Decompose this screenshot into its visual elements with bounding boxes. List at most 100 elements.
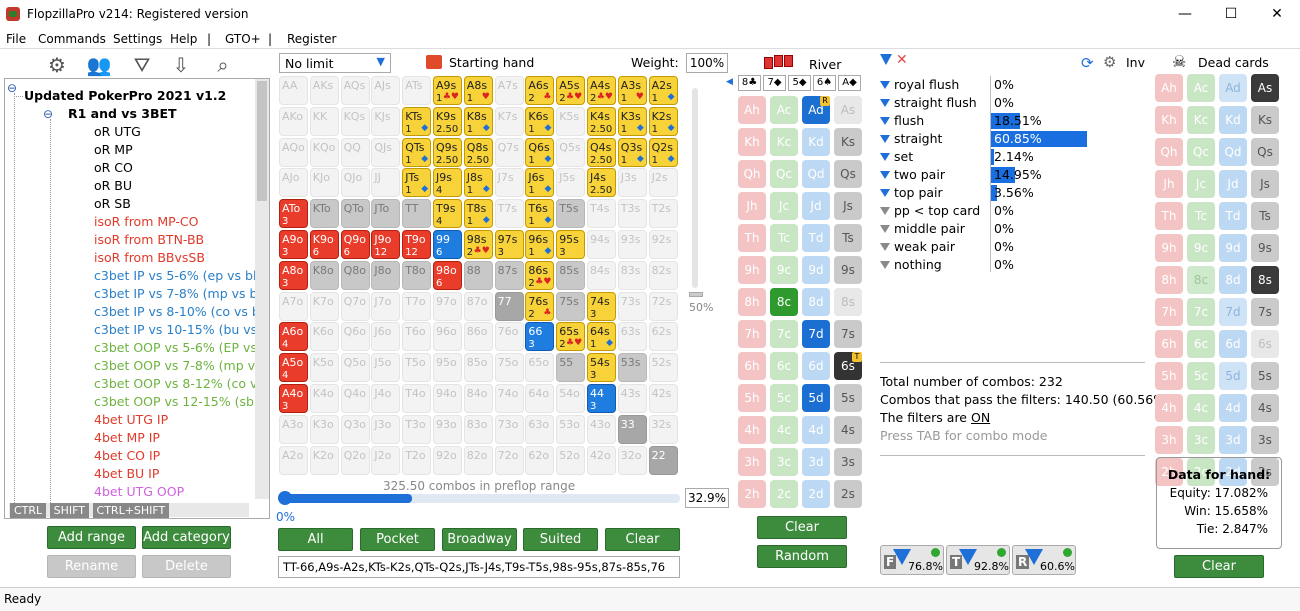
board-card[interactable]: 4c bbox=[770, 416, 798, 444]
hand-cell[interactable]: J8s 1 ◆ bbox=[463, 168, 493, 198]
board-card[interactable]: 8s bbox=[834, 288, 862, 316]
menu-settings[interactable]: Settings bbox=[113, 32, 162, 46]
dead-card[interactable]: Jh bbox=[1155, 170, 1183, 198]
filter-icon[interactable] bbox=[880, 135, 890, 143]
hand-cell[interactable]: 84s bbox=[587, 260, 616, 290]
hand-cell[interactable]: A4o 3 bbox=[279, 384, 308, 413]
hand-cell[interactable]: T7s bbox=[494, 199, 524, 229]
dead-card[interactable]: 7h bbox=[1155, 298, 1183, 326]
board-card[interactable]: Ts bbox=[834, 224, 862, 252]
hand-cell[interactable]: T9o 12 bbox=[402, 230, 432, 259]
filter-row[interactable]: straight bbox=[880, 130, 942, 148]
dead-card[interactable]: Kd bbox=[1219, 106, 1247, 134]
hand-cell[interactable]: K2s 1 ◆ bbox=[648, 106, 678, 136]
board-card[interactable]: 9d bbox=[802, 256, 830, 284]
weight-slider-track[interactable] bbox=[692, 88, 698, 288]
hand-cell[interactable]: K5o bbox=[309, 353, 339, 383]
dead-card[interactable]: 8c bbox=[1187, 266, 1215, 294]
weight-slider-thumb[interactable] bbox=[689, 292, 703, 297]
hand-cell[interactable]: K7o bbox=[309, 291, 339, 321]
hand-cell[interactable]: KK bbox=[309, 106, 339, 136]
hand-cell[interactable]: K2o bbox=[309, 445, 339, 475]
hand-cell[interactable]: K9o 6 bbox=[309, 230, 339, 259]
board-card[interactable]: Ac bbox=[770, 96, 798, 124]
board-card[interactable]: 5h bbox=[738, 384, 766, 412]
dead-card[interactable]: Th bbox=[1155, 202, 1183, 230]
hand-cell[interactable]: A6o 4 bbox=[279, 322, 308, 352]
board-card[interactable]: 2d bbox=[802, 480, 830, 508]
hand-cell[interactable]: 62o bbox=[525, 445, 555, 475]
hand-cell[interactable]: KJo bbox=[309, 168, 339, 198]
hand-cell[interactable]: J2s bbox=[648, 168, 678, 198]
hand-cell[interactable]: 95s 3 bbox=[556, 230, 586, 259]
menu-commands[interactable]: Commands bbox=[38, 32, 106, 46]
hand-cell[interactable]: K5s bbox=[556, 106, 586, 136]
filter-icon[interactable] bbox=[880, 225, 890, 233]
dead-card[interactable]: Ts bbox=[1251, 202, 1279, 230]
tree-item[interactable]: isoR from BBvsSB bbox=[94, 249, 205, 267]
hand-cell[interactable]: J8o bbox=[371, 260, 401, 290]
flop-filter-button[interactable]: F 76.8% bbox=[880, 545, 944, 575]
hand-cell[interactable]: JTo bbox=[371, 199, 401, 229]
hand-cell[interactable]: JTs 1 ◆ bbox=[402, 168, 432, 198]
hand-cell[interactable]: 76o bbox=[494, 322, 524, 352]
dead-card[interactable]: 9c bbox=[1187, 234, 1215, 262]
board-card[interactable]: Js bbox=[834, 192, 862, 220]
hand-cell[interactable]: T6o bbox=[402, 322, 432, 352]
weight-input[interactable]: 100% bbox=[686, 53, 728, 73]
board-card[interactable]: 3s bbox=[834, 448, 862, 476]
hand-cell[interactable]: 65o bbox=[525, 353, 555, 383]
hand-cell[interactable]: 86o bbox=[463, 322, 493, 352]
dead-card[interactable]: Ks bbox=[1251, 106, 1279, 134]
board-card[interactable]: 9h bbox=[738, 256, 766, 284]
broadway-button[interactable]: Broadway bbox=[442, 528, 517, 551]
turn-filter-button[interactable]: T 92.8% bbox=[946, 545, 1010, 575]
hand-cell[interactable]: 33 bbox=[617, 414, 647, 444]
hand-cell[interactable]: 97o bbox=[433, 291, 462, 321]
hand-cell[interactable]: Q8o bbox=[340, 260, 370, 290]
tree-item[interactable]: c3bet OOP vs 12-15% (sb vs b bbox=[94, 393, 269, 411]
hand-cell[interactable]: 74s 3 bbox=[587, 291, 616, 321]
settings-icon[interactable]: ⚙ bbox=[1103, 53, 1116, 71]
menu-gto[interactable]: GTO+ bbox=[225, 32, 261, 46]
hand-cell[interactable]: A6s 2 ♣ bbox=[525, 76, 555, 105]
filter-add-icon[interactable]: ⛛ bbox=[129, 52, 155, 78]
hand-cell[interactable]: 65s 2 ♣♥ bbox=[556, 322, 586, 352]
hand-cell[interactable]: KTo bbox=[309, 199, 339, 229]
suited-button[interactable]: Suited bbox=[523, 528, 598, 551]
hand-cell[interactable]: 72o bbox=[494, 445, 524, 475]
dead-card[interactable]: 4d bbox=[1219, 394, 1247, 422]
tree-item[interactable]: c3bet OOP vs 8-12% (co vs bu bbox=[94, 375, 269, 393]
hand-cell[interactable]: Q3s 1 ◆ bbox=[617, 137, 647, 167]
board-card[interactable]: 2s bbox=[834, 480, 862, 508]
hand-cell[interactable]: K8o bbox=[309, 260, 339, 290]
dead-card[interactable]: Ad bbox=[1219, 74, 1247, 102]
delete-button[interactable]: Delete bbox=[142, 555, 231, 578]
hand-cell[interactable]: Q5o bbox=[340, 353, 370, 383]
hand-cell[interactable]: 54o bbox=[556, 384, 586, 413]
dead-card[interactable]: 4s bbox=[1251, 394, 1279, 422]
dead-card[interactable]: 7s bbox=[1251, 298, 1279, 326]
hand-cell[interactable]: T7o bbox=[402, 291, 432, 321]
board-card[interactable]: 4d bbox=[802, 416, 830, 444]
hand-cell[interactable]: KQo bbox=[309, 137, 339, 167]
dead-card[interactable]: 5s bbox=[1251, 362, 1279, 390]
board-card[interactable]: 6c bbox=[770, 352, 798, 380]
hand-cell[interactable]: 43o bbox=[587, 414, 616, 444]
hand-cell[interactable]: J9s 4 bbox=[433, 168, 462, 198]
board-card[interactable]: 9s bbox=[834, 256, 862, 284]
hand-cell[interactable]: AKo bbox=[279, 106, 308, 136]
hand-cell[interactable]: K7s bbox=[494, 106, 524, 136]
hand-cell[interactable]: AQo bbox=[279, 137, 308, 167]
hand-cell[interactable]: 85o bbox=[463, 353, 493, 383]
ctrl-label[interactable]: CTRL bbox=[10, 503, 47, 518]
filter-row[interactable]: royal flush bbox=[880, 76, 959, 94]
hand-cell[interactable]: J3o bbox=[371, 414, 401, 444]
hand-cell[interactable]: 22 bbox=[648, 445, 678, 475]
tree-group[interactable]: R1 and vs 3BET bbox=[68, 105, 177, 123]
hand-cell[interactable]: 96s 1 ◆ bbox=[525, 230, 555, 259]
hand-cell[interactable]: K6s 1 ◆ bbox=[525, 106, 555, 136]
hand-cell[interactable]: J5s bbox=[556, 168, 586, 198]
board-card[interactable]: 4h bbox=[738, 416, 766, 444]
hand-cell[interactable]: T2o bbox=[402, 445, 432, 475]
